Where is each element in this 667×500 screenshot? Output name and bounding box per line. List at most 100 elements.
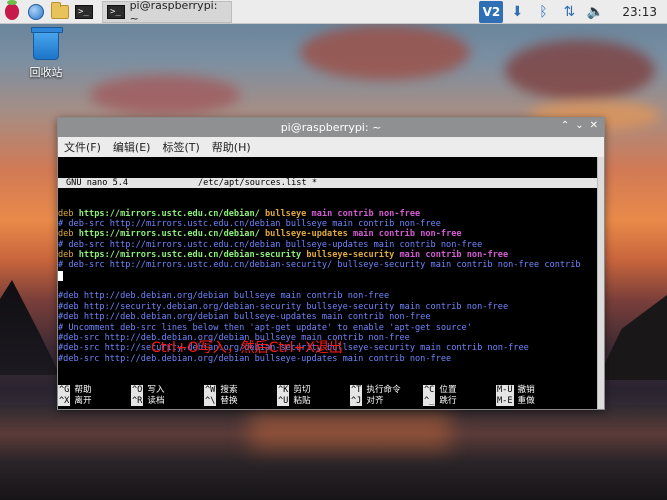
terminal-text: main contrib non-free: [352, 229, 462, 240]
terminal-text: #deb http://deb.debian.org/debian bullse…: [58, 312, 431, 323]
shortcut-label: 读档: [147, 395, 165, 406]
minimize-icon[interactable]: ⌃: [561, 120, 569, 131]
shortcut-item: ^U 粘贴: [277, 395, 350, 406]
shortcut-item: ^\ 替换: [204, 395, 277, 406]
shortcut-item: ^X 离开: [58, 395, 131, 406]
shortcut-label: 跳行: [439, 395, 457, 406]
shortcut-key: M-E: [496, 395, 514, 406]
shortcut-label: 执行命令: [366, 385, 401, 395]
shortcut-key: ^K: [277, 385, 290, 396]
bluetooth-button[interactable]: ᛒ: [530, 0, 556, 24]
scrollbar[interactable]: [597, 157, 604, 409]
raspberry-menu-button[interactable]: [0, 0, 24, 24]
web-browser-launcher[interactable]: [24, 0, 48, 24]
shortcut-key: ^\: [204, 395, 217, 406]
raspberry-pi-icon: [5, 0, 19, 20]
shortcut-key: ^G: [58, 385, 71, 396]
shortcut-key: ^R: [131, 395, 144, 406]
wallpaper-mountain: [597, 295, 667, 380]
annotation-text: Ctrl+O写入，然后Ctrl+X退出: [151, 340, 343, 356]
volume-button[interactable]: 🔈: [582, 0, 608, 24]
network-button[interactable]: ⇅: [556, 0, 582, 24]
window-title: pi@raspberrypi: ~: [280, 121, 382, 134]
nano-header: GNU nano 5.4/etc/apt/sources.list *: [58, 177, 597, 189]
terminal-text: main contrib non-free: [311, 208, 421, 219]
shortcut-key: ^C: [423, 385, 436, 396]
vnc-server-button[interactable]: V2: [478, 0, 504, 24]
shortcut-label: 粘贴: [293, 395, 311, 406]
shortcut-item: M-U 撤销: [496, 385, 569, 396]
terminal-text: # deb-src http://mirrors.ustc.edu.cn/deb…: [58, 260, 581, 271]
terminal-line: deb https://mirrors.ustc.edu.cn/debian/ …: [58, 209, 597, 219]
shortcut-key: ^X: [58, 395, 71, 406]
shortcut-key: M-U: [496, 385, 514, 396]
shortcut-label: 位置: [439, 385, 457, 395]
shortcut-label: 对齐: [366, 395, 384, 406]
maximize-icon[interactable]: ⌄: [575, 120, 583, 131]
terminal-line: #deb http://deb.debian.org/debian bullse…: [58, 312, 597, 322]
terminal-icon: >_: [107, 4, 125, 19]
file-manager-launcher[interactable]: [48, 0, 72, 24]
desktop-icon-trash[interactable]: 回收站: [24, 27, 68, 80]
shortcut-label: 帮助: [74, 385, 92, 395]
terminal-content[interactable]: GNU nano 5.4/etc/apt/sources.list * deb …: [58, 157, 597, 409]
shortcut-key: ^W: [204, 385, 217, 396]
folder-icon: [51, 1, 69, 19]
download-icon: ⬇: [511, 3, 524, 20]
terminal-text: bullseye-security: [306, 250, 400, 261]
vnc-icon: V2: [479, 0, 504, 23]
terminal-text: #deb http://deb.debian.org/debian bullse…: [58, 291, 390, 302]
terminal-text: bullseye: [264, 208, 312, 219]
shortcut-item: ^T 执行命令: [350, 385, 423, 396]
terminal-text: # deb-src http://mirrors.ustc.edu.cn/deb…: [58, 239, 483, 250]
bluetooth-icon: ᛒ: [539, 3, 548, 20]
taskbar-window-title: pi@raspberrypi: ~: [129, 0, 218, 25]
menu-help[interactable]: 帮助(H): [212, 139, 251, 155]
speaker-icon: 🔈: [586, 3, 605, 20]
shortcut-label: 搜索: [220, 385, 238, 395]
taskbar-window-terminal[interactable]: >_ pi@raspberrypi: ~: [102, 0, 232, 25]
terminal-launcher[interactable]: >_: [72, 0, 96, 24]
shortcut-key: ^_: [423, 395, 436, 406]
terminal-line: [58, 270, 597, 281]
menubar: 文件(F) 编辑(E) 标签(T) 帮助(H): [58, 137, 604, 157]
shortcut-item: ^R 读档: [131, 395, 204, 406]
network-arrows-icon: ⇅: [563, 3, 576, 20]
nano-version: GNU nano 5.4: [66, 177, 129, 188]
terminal-line: # Uncomment deb-src lines below then 'ap…: [58, 323, 597, 333]
terminal-text: main contrib non-free: [399, 250, 509, 261]
terminal-icon: >_: [75, 4, 93, 19]
shortcut-item: M-E 重做: [496, 395, 569, 406]
wallpaper-reflection: [250, 410, 450, 450]
terminal-line: # deb-src http://mirrors.ustc.edu.cn/deb…: [58, 260, 597, 270]
terminal-text: https://mirrors.ustc.edu.cn/debian-secur…: [78, 250, 307, 261]
clock[interactable]: 23:13: [608, 5, 667, 19]
nano-shortcut-bar: ^G 帮助 ^O 写入 ^W 搜索 ^K 剪切 ^T 执行命令 ^C 位置 M-U 撤销 ^X 离开 ^R 读档 ^…: [58, 385, 597, 407]
wallpaper-cloud: [505, 40, 655, 100]
menu-tabs[interactable]: 标签(T): [162, 139, 199, 155]
update-button[interactable]: ⬇: [504, 0, 530, 24]
terminal-line: #deb http://security.debian.org/debian-s…: [58, 302, 597, 312]
text-cursor: [58, 270, 63, 281]
menu-edit[interactable]: 编辑(E): [113, 139, 151, 155]
shortcut-label: 离开: [74, 395, 92, 406]
close-icon[interactable]: ✕: [590, 120, 598, 131]
shortcut-item: ^O 写入: [131, 385, 204, 396]
terminal-window: pi@raspberrypi: ~ ⌃ ⌄ ✕ 文件(F) 编辑(E) 标签(T…: [57, 117, 605, 410]
trash-icon: [31, 27, 63, 60]
terminal-line: # deb-src http://mirrors.ustc.edu.cn/deb…: [58, 240, 597, 250]
menu-file[interactable]: 文件(F): [64, 139, 101, 155]
wallpaper-cloud: [90, 75, 240, 115]
taskbar: >_ >_ pi@raspberrypi: ~ V2 ⬇ ᛒ ⇅ 🔈 23:13: [0, 0, 667, 25]
terminal-text: # deb-src http://mirrors.ustc.edu.cn/deb…: [58, 219, 441, 230]
terminal-text: https://mirrors.ustc.edu.cn/debian/: [78, 229, 265, 240]
nano-filename: /etc/apt/sources.list *: [198, 177, 317, 188]
shortcut-key: ^J: [350, 395, 363, 406]
wallpaper-cloud: [300, 25, 470, 80]
window-titlebar[interactable]: pi@raspberrypi: ~ ⌃ ⌄ ✕: [58, 118, 604, 137]
shortcut-label: 写入: [147, 385, 165, 395]
terminal-text: #deb http://security.debian.org/debian-s…: [58, 301, 509, 312]
shortcut-label: 剪切: [293, 385, 311, 395]
wallpaper-mountain: [0, 280, 60, 375]
terminal-text: # Uncomment deb-src lines below then 'ap…: [58, 322, 472, 333]
